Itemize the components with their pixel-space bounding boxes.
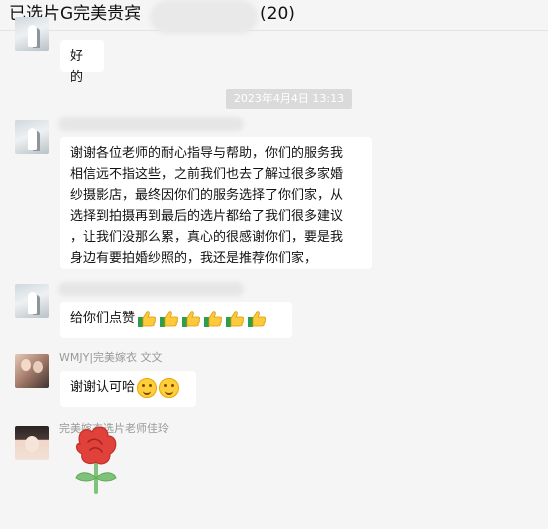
avatar[interactable] — [15, 426, 49, 460]
avatar[interactable] — [15, 354, 49, 388]
redacted-sender-blur — [58, 282, 244, 296]
thumbs-up-icon — [226, 310, 245, 327]
redacted-name-blur — [150, 0, 258, 34]
message-line: 身边有要拍婚纱照的，我还是推荐你们家， — [70, 251, 318, 266]
smile-emoji-icon — [159, 377, 180, 398]
thumbs-up-icon — [138, 310, 157, 327]
message-bubble[interactable]: 给你们点赞 — [60, 302, 292, 338]
avatar[interactable] — [15, 17, 49, 51]
message-text: 谢谢认可哈 — [70, 380, 136, 395]
avatar[interactable] — [15, 120, 49, 154]
message-bubble[interactable]: 谢谢各位老师的耐心指导与帮助，你们的服务我 相信远不指这些，之前我们也去了解过很… — [60, 137, 372, 269]
redacted-sender-blur — [58, 117, 244, 131]
message-line: 相信远不指这些，之前我们也去了解过很多家婚 — [70, 167, 344, 182]
message-bubble[interactable]: 谢谢认可哈 — [60, 371, 196, 407]
avatar[interactable] — [15, 284, 49, 318]
emoji-row — [135, 308, 267, 329]
thumbs-up-icon — [204, 310, 223, 327]
message-line: 选择到拍摄再到最后的选片都给了我们很多建议 — [70, 209, 344, 224]
message-line: ，让我们没那么累，真心的很感谢你们，要是我 — [70, 230, 344, 245]
timestamp: 2023年4月4日 13:13 — [226, 89, 352, 109]
member-count: (20) — [260, 4, 295, 24]
thumbs-up-icon — [182, 310, 201, 327]
message-line: 纱摄影店，最终因你们的服务选择了你们家，从 — [70, 188, 344, 203]
message-bubble[interactable]: 好的 — [60, 40, 104, 85]
thumbs-up-icon — [248, 310, 267, 327]
thumbs-up-icon — [160, 310, 179, 327]
chat-header: 已选片G完美贵宾 (20) — [0, 0, 548, 34]
message-text: 好的 — [70, 49, 84, 85]
red-flower-sticker[interactable] — [70, 424, 122, 496]
message-text: 给你们点赞 — [70, 311, 136, 326]
smile-emoji-icon — [137, 377, 158, 398]
sender-name: WMJY|完美嫁衣 文文 — [59, 351, 163, 364]
emoji-row — [135, 377, 180, 398]
message-line: 谢谢各位老师的耐心指导与帮助，你们的服务我 — [70, 146, 344, 161]
